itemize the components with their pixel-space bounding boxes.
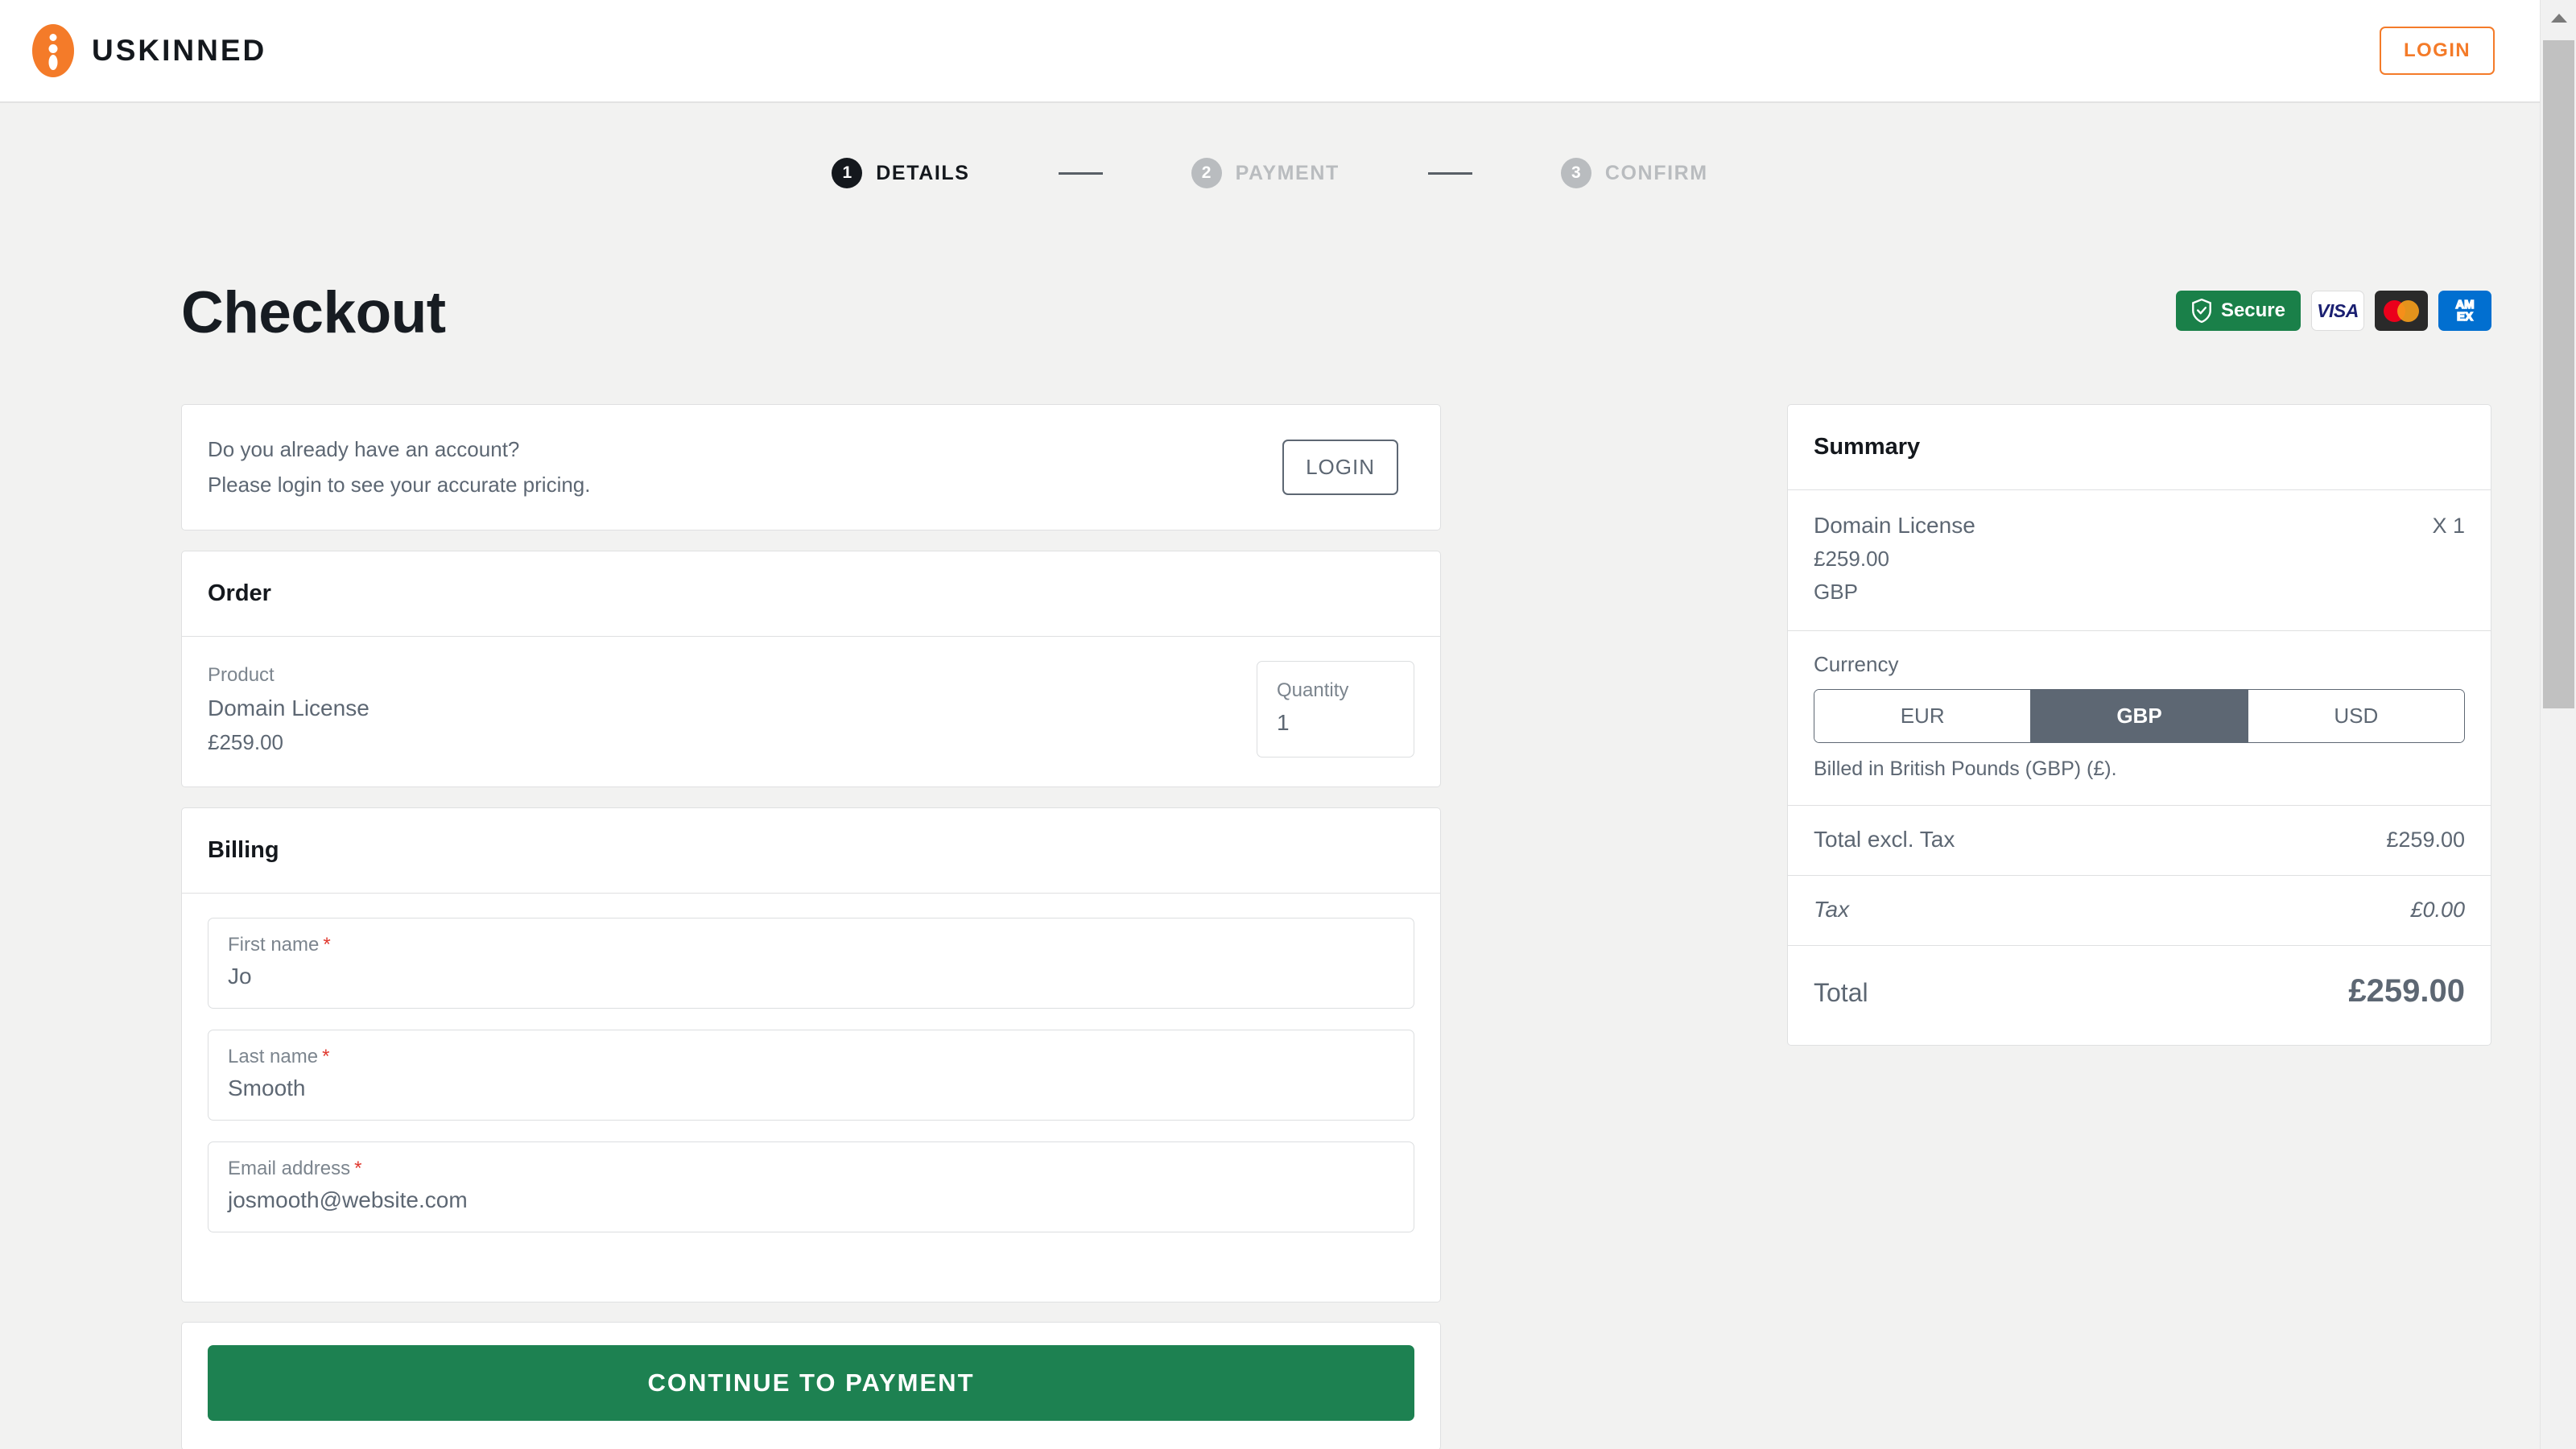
- page-title: Checkout: [181, 283, 446, 342]
- summary-card-title: Summary: [1814, 434, 2465, 460]
- title-row: Checkout Secure VISA AM EX: [0, 283, 2540, 342]
- last-name-value: Smooth: [228, 1075, 1394, 1101]
- scrollbar-up-arrow-icon[interactable]: [2541, 0, 2576, 36]
- currency-note: Billed in British Pounds (GBP) (£).: [1814, 758, 2465, 781]
- quantity-label: Quantity: [1277, 679, 1394, 702]
- quantity-input[interactable]: Quantity 1: [1257, 661, 1414, 758]
- account-question: Do you already have an account?: [208, 432, 1282, 468]
- last-name-label-text: Last name: [228, 1046, 318, 1067]
- account-prompt-card: Do you already have an account? Please l…: [181, 404, 1441, 530]
- first-name-required-marker: *: [323, 934, 330, 956]
- scrollbar-thumb[interactable]: [2543, 40, 2574, 708]
- first-name-label: First name*: [228, 934, 1394, 956]
- summary-item-price: £259.00: [1814, 547, 2465, 572]
- step-payment[interactable]: 2 PAYMENT: [1191, 158, 1340, 188]
- currency-options-group: EUR GBP USD: [1814, 689, 2465, 743]
- amex-line-1: AM: [2455, 299, 2474, 311]
- currency-option-gbp[interactable]: GBP: [2031, 690, 2248, 742]
- stepper-connector-1: [1059, 172, 1103, 175]
- summary-subtotal-value: £259.00: [2386, 828, 2465, 852]
- summary-card-header: Summary: [1788, 405, 2491, 490]
- page-scrollbar[interactable]: [2540, 0, 2576, 1449]
- order-product-info: Product Domain License £259.00: [208, 664, 1257, 755]
- email-address-label-text: Email address: [228, 1158, 350, 1179]
- billing-card-header: Billing: [182, 808, 1440, 894]
- visa-badge-icon: VISA: [2311, 291, 2364, 331]
- visa-label: VISA: [2317, 300, 2359, 322]
- order-product-label: Product: [208, 664, 1257, 687]
- step-confirm-number: 3: [1561, 158, 1591, 188]
- quantity-value: 1: [1277, 710, 1394, 736]
- summary-column: Summary Domain License X 1 £259.00 GBP C…: [1787, 404, 2491, 1066]
- summary-tax-label: Tax: [1814, 897, 2410, 923]
- order-card-header: Order: [182, 551, 1440, 637]
- order-product-price: £259.00: [208, 730, 1257, 755]
- step-confirm-label: CONFIRM: [1605, 162, 1708, 185]
- summary-total-value: £259.00: [2348, 973, 2465, 1009]
- amex-line-2: EX: [2455, 311, 2474, 323]
- site-header: USKINNED LOGIN: [0, 0, 2540, 103]
- checkout-form-column: Do you already have an account? Please l…: [181, 404, 1441, 1323]
- last-name-label: Last name*: [228, 1046, 1394, 1068]
- last-name-required-marker: *: [322, 1046, 329, 1067]
- currency-option-eur[interactable]: EUR: [1814, 690, 2031, 742]
- billing-card: Billing First name* Jo Last name* Smooth: [181, 807, 1441, 1302]
- secure-badge-label: Secure: [2221, 299, 2285, 322]
- order-card-body: Product Domain License £259.00 Quantity …: [182, 637, 1440, 786]
- currency-option-usd[interactable]: USD: [2248, 690, 2464, 742]
- continue-to-payment-button[interactable]: CONTINUE TO PAYMENT: [208, 1345, 1414, 1421]
- trust-badges: Secure VISA AM EX: [2176, 291, 2491, 331]
- summary-tax-value: £0.00: [2410, 898, 2465, 923]
- brand-name: USKINNED: [92, 34, 266, 68]
- amex-badge-icon: AM EX: [2438, 291, 2491, 331]
- checkout-columns: Do you already have an account? Please l…: [0, 404, 2540, 1323]
- summary-total-row: Total £259.00: [1788, 946, 2491, 1045]
- billing-card-body: First name* Jo Last name* Smooth Email a…: [182, 894, 1440, 1302]
- summary-item-currency: GBP: [1814, 580, 2465, 605]
- first-name-label-text: First name: [228, 934, 319, 956]
- summary-item-top: Domain License X 1: [1814, 513, 2465, 539]
- email-address-label: Email address*: [228, 1158, 1394, 1180]
- step-details-number: 1: [832, 158, 862, 188]
- order-card-title: Order: [208, 580, 1414, 607]
- first-name-field[interactable]: First name* Jo: [208, 918, 1414, 1009]
- uskinned-logo-icon: [32, 24, 74, 77]
- summary-item-name: Domain License: [1814, 513, 2432, 539]
- first-name-value: Jo: [228, 964, 1394, 989]
- currency-selector: Currency EUR GBP USD Billed in British P…: [1788, 631, 2491, 806]
- summary-tax-row: Tax £0.00: [1788, 876, 2491, 946]
- secure-badge: Secure: [2176, 291, 2301, 331]
- account-prompt-text: Do you already have an account? Please l…: [208, 432, 1282, 502]
- summary-subtotal-row: Total excl. Tax £259.00: [1788, 806, 2491, 876]
- summary-line-item: Domain License X 1 £259.00 GBP: [1788, 490, 2491, 631]
- billing-card-title: Billing: [208, 837, 1414, 864]
- step-details-label: DETAILS: [876, 162, 969, 185]
- summary-card: Summary Domain License X 1 £259.00 GBP C…: [1787, 404, 2491, 1046]
- checkout-page: USKINNED LOGIN 1 DETAILS 2 PAYMENT 3 CON…: [0, 0, 2576, 1449]
- continue-bar: CONTINUE TO PAYMENT: [181, 1322, 1441, 1449]
- step-payment-label: PAYMENT: [1236, 162, 1340, 185]
- email-address-value: josmooth@website.com: [228, 1187, 1394, 1213]
- summary-total-label: Total: [1814, 978, 2348, 1008]
- step-details[interactable]: 1 DETAILS: [832, 158, 969, 188]
- summary-subtotal-label: Total excl. Tax: [1814, 827, 2386, 852]
- step-confirm[interactable]: 3 CONFIRM: [1561, 158, 1708, 188]
- account-subtext: Please login to see your accurate pricin…: [208, 468, 1282, 503]
- email-address-field[interactable]: Email address* josmooth@website.com: [208, 1141, 1414, 1232]
- email-address-required-marker: *: [354, 1158, 361, 1179]
- last-name-field[interactable]: Last name* Smooth: [208, 1030, 1414, 1121]
- header-login-button[interactable]: LOGIN: [2380, 27, 2495, 75]
- account-login-button[interactable]: LOGIN: [1282, 440, 1398, 495]
- step-payment-number: 2: [1191, 158, 1222, 188]
- currency-selector-label: Currency: [1814, 652, 2465, 677]
- order-product-name: Domain License: [208, 696, 1257, 721]
- checkout-stepper: 1 DETAILS 2 PAYMENT 3 CONFIRM: [0, 158, 2540, 188]
- order-card: Order Product Domain License £259.00 Qua…: [181, 551, 1441, 787]
- stepper-connector-2: [1428, 172, 1472, 175]
- mastercard-badge-icon: [2375, 291, 2428, 331]
- shield-check-icon: [2191, 299, 2212, 323]
- summary-item-quantity: X 1: [2432, 514, 2465, 539]
- brand-logo[interactable]: USKINNED: [32, 24, 266, 77]
